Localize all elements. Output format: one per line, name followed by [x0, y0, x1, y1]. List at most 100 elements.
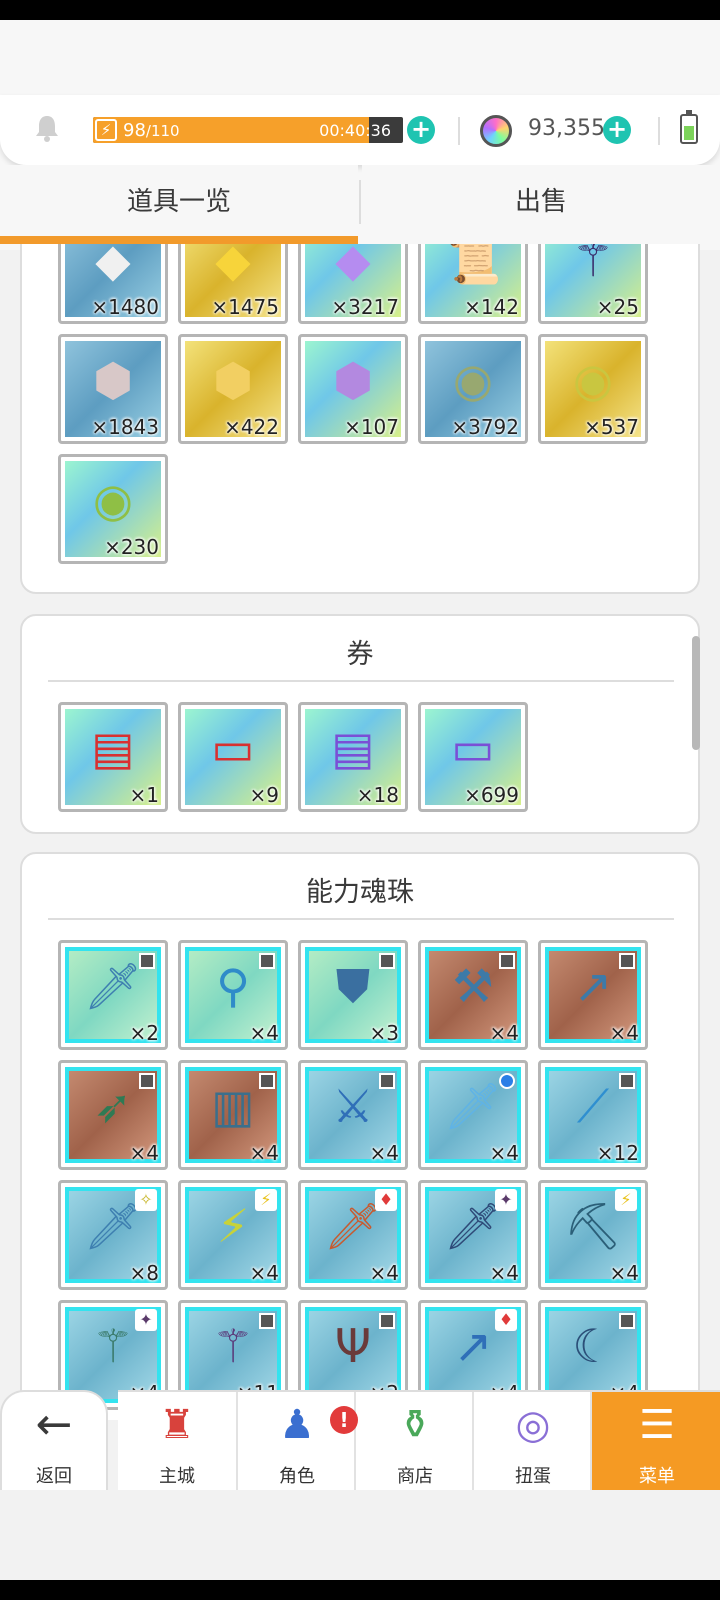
- item-count: ×4: [489, 1261, 519, 1283]
- item-background: ▥ ×4: [185, 1067, 281, 1163]
- red-ticket-icon: ▭: [211, 721, 255, 775]
- item-slot[interactable]: ◉ ×230: [58, 454, 168, 564]
- item-count: ×8: [129, 1261, 159, 1283]
- nav-back-button[interactable]: ← 返回: [0, 1390, 108, 1490]
- character-alert-badge: !: [330, 1406, 358, 1434]
- item-slot[interactable]: 🗡 ×2: [58, 940, 168, 1050]
- item-background: ▭ ×699: [425, 709, 521, 805]
- rainbow-bat-medal-icon: ⬢: [332, 353, 374, 407]
- soul-orbs-title: 能力魂珠: [306, 877, 414, 908]
- item-count: ×230: [104, 535, 159, 557]
- item-background: ⚚×11: [185, 1307, 281, 1403]
- tab-item-list[interactable]: 道具一览: [0, 165, 358, 240]
- tickets-card: 券 ▤ ×1 ▭ ×9 ▤ ×18 ▭ ×699: [20, 614, 700, 834]
- item-slot[interactable]: ▭ ×699: [418, 702, 528, 812]
- item-count: ×422: [224, 415, 279, 437]
- dark-element-icon: ✦: [495, 1189, 517, 1211]
- lock-square-icon: [259, 1313, 275, 1329]
- item-background: ▭ ×9: [185, 709, 281, 805]
- item-slot[interactable]: 🗡 ×4: [418, 1060, 528, 1170]
- bottom-spacer: [0, 1490, 720, 1580]
- tab-sell[interactable]: 出售: [362, 165, 720, 240]
- item-slot[interactable]: ◉ ×3792: [418, 334, 528, 444]
- item-slot[interactable]: ⚲ ×4: [178, 940, 288, 1050]
- nav-item-castle[interactable]: ♜ 主城: [118, 1392, 236, 1492]
- item-slot[interactable]: ⛏ ×4 ⚡: [538, 1180, 648, 1290]
- scrollbar-thumb[interactable]: [692, 636, 700, 750]
- item-count: ×12: [596, 1141, 639, 1163]
- castle-icon: ♜: [159, 1402, 195, 1448]
- add-gems-button[interactable]: +: [603, 116, 631, 144]
- item-slot[interactable]: 🗡 ×8 ✧: [58, 1180, 168, 1290]
- item-slot[interactable]: ⚔ ×4: [298, 1060, 408, 1170]
- back-arrow-icon: ←: [35, 1399, 73, 1450]
- item-count: ×537: [584, 415, 639, 437]
- item-count: ×4: [609, 1261, 639, 1283]
- item-slot[interactable]: ◆ ×1475: [178, 244, 288, 324]
- item-slot[interactable]: ➶ ×4: [58, 1060, 168, 1170]
- item-list-scroll[interactable]: ◆ ×1480 ◆ ×1475 ◆ ×3217 📜 ×142 ⚚ ×25 ⬢ ×1843 ⬢ ×422 ⬢ ×…: [0, 244, 720, 1420]
- item-count: ×3: [369, 1021, 399, 1043]
- item-slot[interactable]: ▥ ×4: [178, 1060, 288, 1170]
- divider: [658, 117, 660, 145]
- lock-square-icon: [379, 953, 395, 969]
- gold-bat-medal-icon: ⬢: [212, 353, 254, 407]
- item-count: ×4: [489, 1141, 519, 1163]
- lightning-element-icon: ⚡: [615, 1189, 637, 1211]
- nav-label: 商店: [397, 1466, 433, 1487]
- item-count: ×1843: [91, 415, 159, 437]
- item-slot[interactable]: ↗ ×4: [538, 940, 648, 1050]
- item-background: ⟋ ×12: [545, 1067, 641, 1163]
- menu-icon: ☰: [639, 1402, 675, 1448]
- item-count: ×1: [129, 783, 159, 805]
- item-slot[interactable]: ◉ ×537: [538, 334, 648, 444]
- item-count: ×4: [249, 1261, 279, 1283]
- tab-divider: [359, 180, 361, 224]
- sparkle-element-icon: ✧: [135, 1189, 157, 1211]
- item-slot[interactable]: ◆ ×3217: [298, 244, 408, 324]
- item-slot[interactable]: 📜 ×142: [418, 244, 528, 324]
- item-count: ×4: [489, 1021, 519, 1043]
- nav-label: 扭蛋: [515, 1466, 551, 1487]
- stamina-value: 98/110: [123, 120, 180, 141]
- item-slot[interactable]: ⚡ ×4 ⚡: [178, 1180, 288, 1290]
- item-count: ×142: [464, 295, 519, 317]
- nav-item-shop[interactable]: ⚱ 商店: [354, 1392, 472, 1492]
- item-slot[interactable]: ▭ ×9: [178, 702, 288, 812]
- item-background: ⚚×4✦: [65, 1307, 161, 1403]
- item-slot[interactable]: ▤ ×1: [58, 702, 168, 812]
- item-slot[interactable]: ▤ ×18: [298, 702, 408, 812]
- item-background: 🗡 ×4 ♦: [305, 1187, 401, 1283]
- item-background: ▤ ×1: [65, 709, 161, 805]
- stamina-max: /110: [145, 122, 180, 140]
- item-slot[interactable]: ⬢ ×422: [178, 334, 288, 444]
- active-tab-indicator: [0, 236, 358, 244]
- item-slot[interactable]: ◆ ×1480: [58, 244, 168, 324]
- nav-item-gacha[interactable]: ◎ 扭蛋: [472, 1392, 590, 1492]
- item-count: ×107: [344, 415, 399, 437]
- item-slot[interactable]: ⚚ ×25: [538, 244, 648, 324]
- nav-label: 角色: [279, 1466, 315, 1487]
- notification-bell-icon[interactable]: [32, 113, 62, 143]
- item-count: ×3217: [331, 295, 399, 317]
- item-count: ×699: [464, 783, 519, 805]
- item-slot[interactable]: ⚒ ×4: [418, 940, 528, 1050]
- white-crystal-icon: ◆: [95, 244, 131, 287]
- item-slot[interactable]: ⬢ ×107: [298, 334, 408, 444]
- lightning-icon: ⚡: [95, 119, 117, 141]
- item-count: ×18: [356, 783, 399, 805]
- nav-item-menu[interactable]: ☰ 菜单: [590, 1392, 720, 1492]
- item-slot[interactable]: ⛊ ×3: [298, 940, 408, 1050]
- item-count: ×3792: [451, 415, 519, 437]
- item-slot[interactable]: 🗡 ×4 ✦: [418, 1180, 528, 1290]
- item-slot[interactable]: ⟋ ×12: [538, 1060, 648, 1170]
- item-slot[interactable]: ⬢ ×1843: [58, 334, 168, 444]
- gold-swirl-medal-icon: ◉: [572, 353, 614, 407]
- add-stamina-button[interactable]: +: [407, 116, 435, 144]
- title-divider: [48, 680, 674, 682]
- gem-icon: [480, 115, 512, 147]
- item-slot[interactable]: 🗡 ×4 ♦: [298, 1180, 408, 1290]
- dark-element-icon: ✦: [135, 1309, 157, 1331]
- item-background: ◆ ×1480: [65, 244, 161, 317]
- item-background: ↗×4♦: [425, 1307, 521, 1403]
